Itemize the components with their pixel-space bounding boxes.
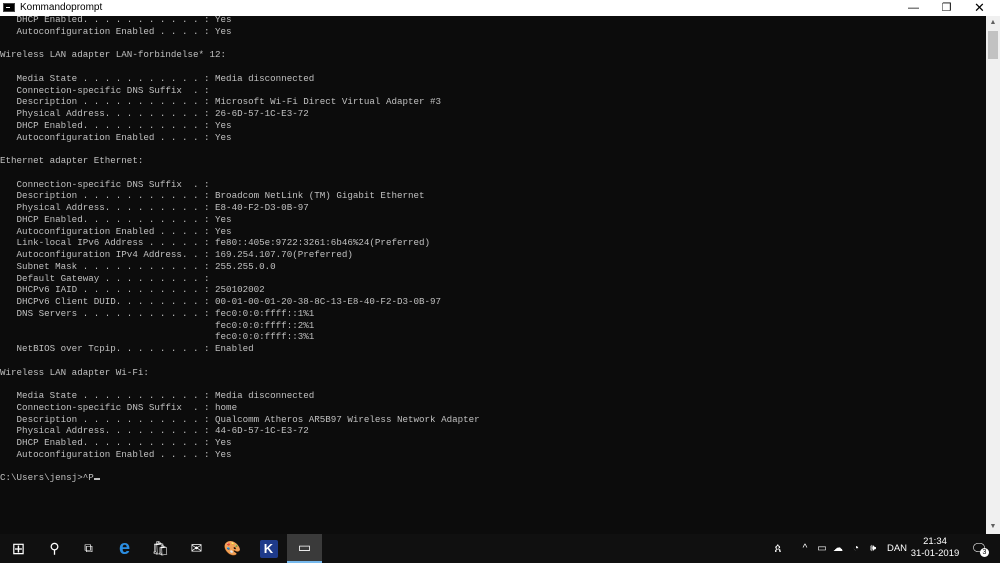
scroll-down-arrow-icon[interactable]: ▼ bbox=[986, 520, 1000, 534]
clock-time: 21:34 bbox=[923, 536, 947, 547]
console-line: Autoconfiguration Enabled . . . . : Yes bbox=[0, 131, 232, 143]
k-app-label: K bbox=[259, 539, 278, 558]
console-line: Subnet Mask . . . . . . . . . . . : 255.… bbox=[0, 260, 276, 272]
console-line: DHCP Enabled. . . . . . . . . . . : Yes bbox=[0, 16, 232, 25]
console-output: DHCP Enabled. . . . . . . . . . . : Yes … bbox=[0, 16, 480, 484]
text-cursor bbox=[93, 478, 100, 481]
cmd-taskbar-icon[interactable]: ▭ bbox=[287, 534, 322, 563]
console-line: DHCP Enabled. . . . . . . . . . . : Yes bbox=[0, 213, 232, 225]
console-line: Connection-specific DNS Suffix . : bbox=[0, 178, 210, 190]
console-line: Media State . . . . . . . . . . . : Medi… bbox=[0, 72, 315, 84]
clock[interactable]: 21:34 31-01-2019 bbox=[908, 536, 962, 560]
edge-icon[interactable]: e bbox=[108, 534, 141, 563]
mail-icon[interactable]: ✉ bbox=[180, 534, 213, 563]
tray-chevron-icon[interactable]: ^ bbox=[798, 534, 812, 563]
taskbar: ⊞ ⚲ ⧉ e 🛍 ✉ 🎨 K ▭ ጰ ^ ▭ ☁ ◔ 🕪 DAN 21:34 … bbox=[0, 534, 1000, 563]
battery-icon[interactable]: ▭ bbox=[814, 534, 830, 563]
console-line: DHCP Enabled. . . . . . . . . . . : Yes bbox=[0, 119, 232, 131]
windows-start-icon[interactable]: ⊞ bbox=[2, 534, 35, 563]
language-indicator[interactable]: DAN bbox=[884, 534, 910, 563]
console-line: fec0:0:0:ffff::3%1 bbox=[0, 331, 315, 343]
volume-icon[interactable]: 🕪 bbox=[864, 534, 882, 563]
action-center-button[interactable]: 🗨 3 bbox=[966, 534, 992, 563]
console-line: Connection-specific DNS Suffix . : bbox=[0, 84, 210, 96]
people-icon[interactable]: ጰ bbox=[768, 534, 788, 563]
console-line: Media State . . . . . . . . . . . : Medi… bbox=[0, 390, 315, 401]
console-area[interactable]: DHCP Enabled. . . . . . . . . . . : Yes … bbox=[0, 16, 986, 534]
cmd-window-icon[interactable] bbox=[3, 3, 15, 12]
console-line: Physical Address. . . . . . . . . : 26-6… bbox=[0, 108, 309, 119]
console-line: DHCP Enabled. . . . . . . . . . . : Yes bbox=[0, 437, 232, 448]
title-bar[interactable]: Kommandoprompt — ❐ ✕ bbox=[0, 0, 1000, 16]
console-line: Autoconfiguration Enabled . . . . : Yes bbox=[0, 25, 232, 37]
console-line: Wireless LAN adapter LAN-forbindelse* 12… bbox=[0, 49, 227, 61]
console-line: Autoconfiguration Enabled . . . . : Yes bbox=[0, 225, 232, 237]
task-view-icon[interactable]: ⧉ bbox=[72, 534, 105, 563]
scroll-thumb[interactable] bbox=[988, 31, 998, 59]
vertical-scrollbar[interactable]: ▲ ▼ bbox=[986, 16, 1000, 534]
console-line: Default Gateway . . . . . . . . . : bbox=[0, 272, 210, 284]
wifi-icon[interactable]: ◔ bbox=[848, 534, 864, 563]
minimize-button[interactable]: — bbox=[897, 0, 930, 16]
console-line: Link-local IPv6 Address . . . . . : fe80… bbox=[0, 237, 431, 249]
console-line: Wireless LAN adapter Wi-Fi: bbox=[0, 366, 149, 378]
paint-icon[interactable]: 🎨 bbox=[216, 534, 249, 563]
clock-date: 31-01-2019 bbox=[910, 548, 960, 559]
console-line: Physical Address. . . . . . . . . : 44-6… bbox=[0, 425, 309, 437]
console-line: Connection-specific DNS Suffix . : home bbox=[0, 401, 238, 413]
console-line: Description . . . . . . . . . . . : Broa… bbox=[0, 190, 425, 202]
command-prompt-line[interactable]: C:\Users\jensj>^P bbox=[0, 472, 94, 483]
console-line: DNS Servers . . . . . . . . . . . : fec0… bbox=[0, 307, 315, 319]
search-icon[interactable]: ⚲ bbox=[38, 534, 71, 563]
k-app-icon[interactable]: K bbox=[252, 534, 285, 563]
notification-count: 3 bbox=[980, 548, 989, 557]
onedrive-icon[interactable]: ☁ bbox=[830, 534, 846, 563]
console-line: fec0:0:0:ffff::2%1 bbox=[0, 319, 315, 331]
console-line: DHCPv6 IAID . . . . . . . . . . . : 2501… bbox=[0, 284, 265, 296]
scroll-up-arrow-icon[interactable]: ▲ bbox=[986, 16, 1000, 30]
console-line: Physical Address. . . . . . . . . : E8-4… bbox=[0, 202, 309, 213]
console-line: Description . . . . . . . . . . . : Qual… bbox=[0, 413, 480, 425]
console-line: Autoconfiguration IPv4 Address. . : 169.… bbox=[0, 249, 353, 260]
restore-button[interactable]: ❐ bbox=[930, 0, 963, 16]
console-line: DHCPv6 Client DUID. . . . . . . . : 00-0… bbox=[0, 296, 442, 307]
close-button[interactable]: ✕ bbox=[963, 0, 996, 16]
store-icon[interactable]: 🛍 bbox=[144, 534, 177, 563]
console-line: Ethernet adapter Ethernet: bbox=[0, 155, 144, 166]
console-line: Autoconfiguration Enabled . . . . : Yes bbox=[0, 448, 232, 460]
console-line: NetBIOS over Tcpip. . . . . . . . : Enab… bbox=[0, 343, 254, 354]
console-line: Description . . . . . . . . . . . : Micr… bbox=[0, 96, 442, 108]
window-title: Kommandoprompt bbox=[20, 2, 103, 13]
